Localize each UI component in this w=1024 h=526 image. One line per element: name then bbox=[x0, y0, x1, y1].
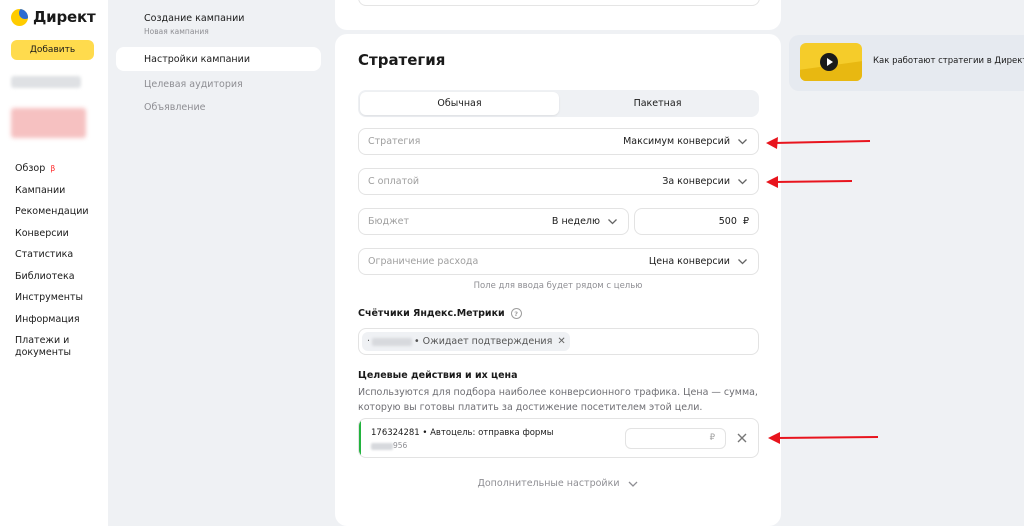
tab-package[interactable]: Пакетная bbox=[558, 92, 757, 115]
goal-price-input[interactable]: ₽ bbox=[625, 428, 726, 449]
annotation-arrow-icon bbox=[766, 176, 853, 188]
additional-settings-label: Дополнительные настройки bbox=[477, 478, 620, 489]
redacted-counter-id bbox=[372, 337, 413, 346]
sidebar-item-recommendations[interactable]: Рекомендации bbox=[15, 206, 95, 228]
budget-amount-value-group: 500 ₽ bbox=[719, 216, 749, 227]
logo-text: Директ bbox=[33, 8, 96, 26]
budget-period-value: В неделю bbox=[551, 216, 600, 227]
sidebar-item-campaigns[interactable]: Кампании bbox=[15, 185, 95, 207]
strategy-title: Стратегия bbox=[358, 51, 446, 69]
spend-limit-value: Цена конверсии bbox=[648, 256, 730, 267]
sidebar-nav: Обзор β Кампании Рекомендации Конверсии С… bbox=[15, 163, 95, 367]
previous-section-field bbox=[358, 0, 760, 6]
goal-name: 176324281 • Автоцель: отправка формы bbox=[371, 428, 554, 438]
counter-chip-prefix: · bbox=[367, 336, 371, 347]
annotation-arrow-icon bbox=[768, 432, 879, 444]
redacted-account-notice bbox=[11, 108, 86, 138]
stepper-subtitle: Новая кампания bbox=[144, 27, 209, 36]
left-sidebar: Директ Добавить Обзор β Кампании Рекоменд… bbox=[0, 0, 108, 526]
strategy-type-switch: Обычная Пакетная bbox=[358, 90, 759, 117]
goals-title: Целевые действия и их цена bbox=[358, 370, 518, 381]
budget-label: Бюджет bbox=[368, 216, 410, 227]
additional-settings-toggle[interactable]: Дополнительные настройки bbox=[335, 478, 781, 489]
remove-goal-icon[interactable] bbox=[735, 431, 749, 445]
strategy-select-label: Стратегия bbox=[368, 136, 421, 147]
promo-text: Как работают стратегии в Директе? bbox=[873, 56, 1024, 66]
video-thumbnail bbox=[800, 43, 862, 81]
goal-price-currency: ₽ bbox=[709, 433, 715, 443]
sidebar-item-overview[interactable]: Обзор β bbox=[15, 163, 95, 185]
sidebar-item-statistics[interactable]: Статистика bbox=[15, 249, 95, 271]
goals-description: Используются для подбора наиболее конвер… bbox=[358, 387, 758, 413]
metrika-counter-chip: · • Ожидает подтверждения ✕ bbox=[362, 332, 570, 351]
direct-logo[interactable]: Директ bbox=[11, 8, 96, 26]
remove-counter-icon[interactable]: ✕ bbox=[557, 336, 565, 347]
spend-limit-hint: Поле для ввода будет рядом с целью bbox=[473, 281, 643, 291]
sidebar-item-label: Обзор bbox=[15, 163, 46, 174]
sidebar-item-conversions[interactable]: Конверсии bbox=[15, 228, 95, 250]
goal-status-bar bbox=[359, 419, 361, 457]
spend-limit-select[interactable]: Ограничение расхода Цена конверсии bbox=[358, 248, 759, 275]
yandex-direct-logo-icon bbox=[11, 8, 28, 26]
beta-badge: β bbox=[50, 164, 56, 173]
add-button[interactable]: Добавить bbox=[11, 40, 94, 60]
strategy-select[interactable]: Стратегия Максимум конверсий bbox=[358, 128, 759, 155]
budget-amount-value: 500 bbox=[718, 216, 737, 227]
sidebar-item-tools[interactable]: Инструменты bbox=[15, 292, 95, 314]
redacted-goal-id bbox=[371, 443, 393, 450]
payment-select[interactable]: С оплатой За конверсии bbox=[358, 168, 759, 195]
goal-row: 176324281 • Автоцель: отправка формы 956… bbox=[358, 418, 759, 458]
chevron-down-icon bbox=[738, 259, 747, 265]
step-ad[interactable]: Объявление bbox=[144, 102, 206, 113]
annotation-arrow-icon bbox=[766, 137, 871, 149]
step-campaign-settings[interactable]: Настройки кампании bbox=[116, 47, 321, 71]
chevron-down-icon bbox=[738, 139, 747, 145]
sidebar-item-information[interactable]: Информация bbox=[15, 314, 95, 336]
sidebar-item-payments[interactable]: Платежи и документы bbox=[15, 335, 95, 367]
tab-regular[interactable]: Обычная bbox=[360, 92, 559, 115]
metrika-counters-input[interactable]: · • Ожидает подтверждения ✕ bbox=[358, 328, 759, 355]
chevron-down-icon bbox=[628, 481, 638, 487]
stepper-title: Создание кампании bbox=[144, 13, 245, 24]
chevron-down-icon bbox=[608, 219, 617, 225]
goal-id-tail: 956 bbox=[393, 441, 408, 450]
play-icon[interactable] bbox=[820, 53, 838, 71]
spend-limit-label: Ограничение расхода bbox=[368, 256, 479, 267]
counter-status: • Ожидает подтверждения bbox=[414, 336, 553, 347]
redacted-account-name bbox=[11, 76, 81, 88]
payment-select-value: За конверсии bbox=[662, 176, 730, 187]
previous-section-card bbox=[335, 0, 781, 30]
metrika-counters-heading: Счётчики Яндекс.Метрики ? bbox=[358, 308, 522, 319]
metrika-counters-title: Счётчики Яндекс.Метрики bbox=[358, 308, 505, 319]
strategy-video-promo[interactable]: Как работают стратегии в Директе? bbox=[789, 35, 1024, 91]
step-target-audience[interactable]: Целевая аудитория bbox=[144, 79, 243, 90]
budget-period-select[interactable]: Бюджет В неделю bbox=[358, 208, 629, 235]
strategy-card: Стратегия Обычная Пакетная Стратегия Мак… bbox=[335, 34, 781, 526]
payment-select-label: С оплатой bbox=[368, 176, 420, 187]
strategy-select-value: Максимум конверсий bbox=[623, 136, 730, 147]
budget-amount-input[interactable]: 500 ₽ bbox=[634, 208, 759, 235]
help-icon[interactable]: ? bbox=[510, 308, 522, 319]
currency-symbol: ₽ bbox=[742, 216, 749, 227]
sidebar-item-library[interactable]: Библиотека bbox=[15, 271, 95, 293]
chevron-down-icon bbox=[738, 179, 747, 185]
